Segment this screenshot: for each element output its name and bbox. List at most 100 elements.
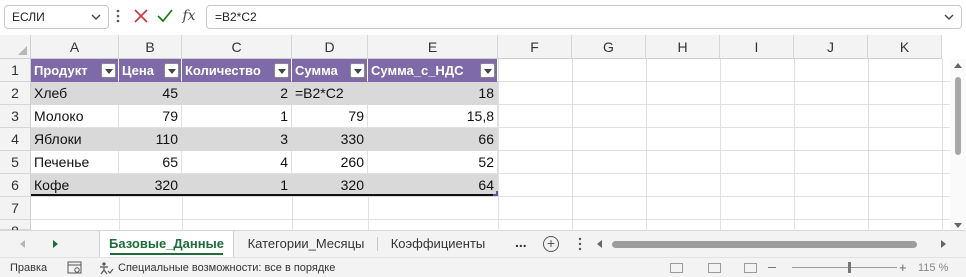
filter-dropdown-icon[interactable] bbox=[101, 63, 116, 78]
header-label: Цена bbox=[122, 63, 154, 78]
row-header-8[interactable]: 8 bbox=[0, 220, 31, 239]
row-header-5[interactable]: 5 bbox=[0, 151, 31, 174]
sheet-tab-bar: Базовые_Данные Категории_Месяцы Коэффици… bbox=[0, 230, 966, 257]
header-label: Количество bbox=[185, 63, 261, 78]
scroll-up-icon[interactable] bbox=[954, 63, 962, 68]
table-cell[interactable]: Хлеб bbox=[31, 82, 119, 105]
cancel-icon[interactable] bbox=[131, 6, 151, 26]
table-header-cell[interactable]: Количество bbox=[182, 59, 292, 82]
page-layout-view-icon[interactable] bbox=[708, 263, 721, 273]
table-cell[interactable]: 66 bbox=[368, 128, 498, 151]
accessibility-status[interactable]: Специальные возможности: все в порядке bbox=[118, 262, 335, 274]
filter-dropdown-icon[interactable] bbox=[480, 63, 495, 78]
header-label: Сумма bbox=[295, 63, 338, 78]
chevron-down-icon[interactable] bbox=[89, 10, 103, 24]
table-cell[interactable]: 4 bbox=[182, 151, 292, 174]
table-header-cell[interactable]: Продукт bbox=[31, 59, 119, 82]
sheet-tab-coefficients[interactable]: Коэффициенты bbox=[380, 231, 496, 257]
select-all-triangle-icon bbox=[18, 46, 27, 55]
zoom-slider-handle[interactable] bbox=[848, 262, 851, 273]
zoom-out-icon[interactable] bbox=[768, 267, 776, 268]
filter-dropdown-icon[interactable] bbox=[164, 63, 179, 78]
table-cell[interactable]: Яблоки bbox=[31, 128, 119, 151]
table-header-cell[interactable]: Сумма_с_НДС bbox=[368, 59, 498, 82]
sheet-tab-categories-months[interactable]: Категории_Месяцы bbox=[236, 231, 376, 257]
expand-formula-bar-icon[interactable] bbox=[942, 10, 956, 24]
table-cell[interactable]: 1 bbox=[182, 105, 292, 128]
previous-sheet-icon[interactable] bbox=[20, 240, 25, 248]
column-header-g[interactable]: G bbox=[572, 35, 646, 59]
table-header-cell[interactable]: Цена bbox=[119, 59, 182, 82]
table-cell[interactable]: 330 bbox=[292, 128, 368, 151]
table-cell[interactable]: 110 bbox=[119, 128, 182, 151]
table-cell[interactable]: 15,8 bbox=[368, 105, 498, 128]
filter-dropdown-icon[interactable] bbox=[274, 63, 289, 78]
table-cell[interactable]: 18 bbox=[368, 82, 498, 105]
cell-mode-label: Правка bbox=[10, 262, 48, 274]
active-edit-cell[interactable]: =B2*C2 bbox=[292, 82, 368, 105]
filter-dropdown-icon[interactable] bbox=[350, 63, 365, 78]
scroll-down-icon[interactable] bbox=[954, 223, 962, 228]
macro-recording-icon[interactable] bbox=[67, 261, 82, 274]
vertical-scroll-thumb[interactable] bbox=[955, 77, 961, 155]
table-bottom-border bbox=[31, 194, 498, 196]
row-header-7[interactable]: 7 bbox=[0, 197, 31, 220]
status-bar: Правка Специальные возможности: все в по… bbox=[0, 257, 966, 277]
table-cell[interactable]: 79 bbox=[292, 105, 368, 128]
column-header-d[interactable]: D bbox=[292, 35, 368, 59]
enter-check-icon[interactable] bbox=[155, 6, 175, 26]
table-cell[interactable]: 52 bbox=[368, 151, 498, 174]
formula-bar: ЕСЛИ fx =B2*C2 bbox=[0, 0, 966, 33]
vertical-scrollbar[interactable] bbox=[950, 59, 966, 230]
formula-input[interactable]: =B2*C2 bbox=[206, 5, 962, 29]
spreadsheet-grid: A B C D E F G H I J K 1 2 3 4 5 6 7 8 Пр… bbox=[0, 35, 966, 239]
row-header-3[interactable]: 3 bbox=[0, 105, 31, 128]
next-sheet-icon[interactable] bbox=[53, 240, 58, 248]
tab-divider bbox=[377, 237, 378, 251]
more-options-icon[interactable] bbox=[114, 7, 122, 25]
column-header-c[interactable]: C bbox=[182, 35, 292, 59]
column-header-a[interactable]: A bbox=[31, 35, 119, 59]
add-sheet-icon[interactable]: + bbox=[543, 236, 559, 252]
accessibility-icon[interactable] bbox=[99, 261, 114, 275]
table-header-cell[interactable]: Сумма bbox=[292, 59, 368, 82]
zoom-in-icon[interactable]: + bbox=[899, 260, 907, 275]
scroll-right-icon[interactable] bbox=[941, 240, 946, 248]
column-header-f[interactable]: F bbox=[498, 35, 572, 59]
column-header-k[interactable]: K bbox=[868, 35, 942, 59]
table-resize-handle[interactable] bbox=[493, 191, 498, 196]
header-label: Продукт bbox=[34, 63, 88, 78]
formula-text: =B2*C2 bbox=[215, 10, 257, 24]
table-cell[interactable]: 45 bbox=[119, 82, 182, 105]
table-cell[interactable]: 2 bbox=[182, 82, 292, 105]
sheet-tab-base-data[interactable]: Базовые_Данные bbox=[99, 231, 234, 257]
zoom-slider[interactable] bbox=[792, 267, 897, 268]
select-all-button[interactable] bbox=[0, 35, 31, 59]
column-header-h[interactable]: H bbox=[646, 35, 720, 59]
normal-view-icon[interactable] bbox=[670, 263, 683, 273]
table-cell[interactable]: 260 bbox=[292, 151, 368, 174]
name-box[interactable]: ЕСЛИ bbox=[4, 5, 109, 29]
column-header-j[interactable]: J bbox=[794, 35, 868, 59]
table-cell[interactable]: Печенье bbox=[31, 151, 119, 174]
row-header-4[interactable]: 4 bbox=[0, 128, 31, 151]
scroll-left-icon[interactable] bbox=[597, 240, 602, 248]
column-header-e[interactable]: E bbox=[368, 35, 498, 59]
horizontal-scroll-thumb[interactable] bbox=[612, 241, 917, 248]
table-cell[interactable]: 3 bbox=[182, 128, 292, 151]
table-cell[interactable]: 65 bbox=[119, 151, 182, 174]
tab-bar-splitter-icon[interactable] bbox=[576, 236, 584, 252]
horizontal-scrollbar[interactable] bbox=[596, 231, 966, 257]
column-header-b[interactable]: B bbox=[119, 35, 182, 59]
more-sheets-button[interactable]: ... bbox=[515, 231, 527, 257]
insert-function-button[interactable]: fx bbox=[179, 6, 199, 26]
table-cell[interactable]: 79 bbox=[119, 105, 182, 128]
header-label: Сумма_с_НДС bbox=[371, 63, 464, 78]
table-cell[interactable]: Молоко bbox=[31, 105, 119, 128]
zoom-level[interactable]: 115 % bbox=[918, 262, 948, 274]
row-header-2[interactable]: 2 bbox=[0, 82, 31, 105]
page-break-view-icon[interactable] bbox=[744, 263, 757, 273]
row-header-1[interactable]: 1 bbox=[0, 59, 31, 82]
row-header-6[interactable]: 6 bbox=[0, 174, 31, 197]
column-header-i[interactable]: I bbox=[720, 35, 794, 59]
